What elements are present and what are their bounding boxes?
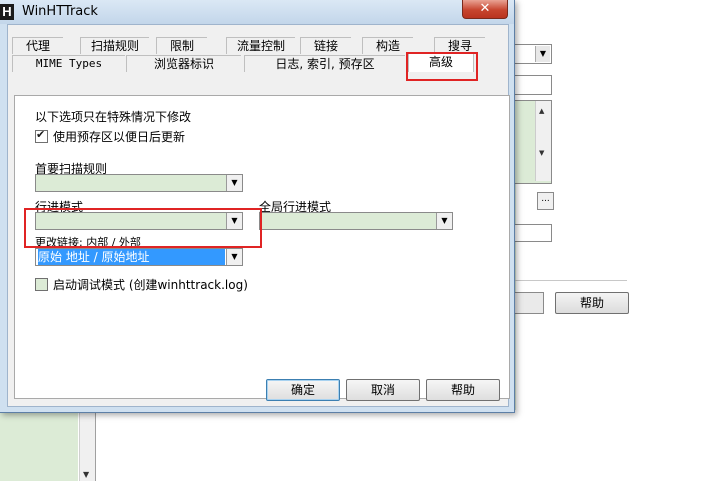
scroll-down-icon[interactable]: ▼ <box>83 470 89 479</box>
tab-browser-id[interactable]: 浏览器标识 <box>126 55 241 72</box>
scroll-up-icon[interactable]: ▲ <box>539 107 544 115</box>
tab-scan-rules[interactable]: 扫描规则 <box>80 37 149 54</box>
background-button[interactable] <box>512 292 544 314</box>
browse-button[interactable]: ... <box>537 192 554 210</box>
help-button[interactable]: 帮助 <box>426 379 500 401</box>
close-button[interactable]: ✕ <box>462 0 508 19</box>
debug-mode-label: 启动调试模式 (创建winhttrack.log) <box>53 278 248 292</box>
rewrite-links-select[interactable]: 原始 地址 / 原始地址 ▼ <box>35 248 243 266</box>
highlight-box-expert-tab <box>406 52 478 81</box>
tab-limits[interactable]: 限制 <box>156 37 207 54</box>
background-combo[interactable]: ▼ <box>512 44 552 64</box>
dropdown-arrow-icon[interactable]: ▼ <box>226 175 242 191</box>
dropdown-arrow-icon[interactable]: ▼ <box>436 213 452 229</box>
global-travel-mode-select[interactable]: ▼ <box>259 212 453 230</box>
primary-scan-rule-select[interactable]: ▼ <box>35 174 243 192</box>
background-text-field-2[interactable] <box>512 224 552 242</box>
intro-text: 以下选项只在特殊情况下修改 <box>35 110 192 124</box>
winhttrack-app-icon: H <box>0 4 14 20</box>
dropdown-arrow-icon[interactable]: ▼ <box>226 249 242 265</box>
window-title: WinHTTrack <box>22 4 98 19</box>
background-text-field[interactable] <box>512 75 552 95</box>
use-cache-checkbox[interactable] <box>35 128 48 143</box>
tab-flow-control[interactable]: 流量控制 <box>226 37 295 54</box>
ok-button[interactable]: 确定 <box>266 379 340 401</box>
tab-links[interactable]: 链接 <box>300 37 351 54</box>
background-help-button[interactable]: 帮助 <box>555 292 629 314</box>
tab-log-index-cache[interactable]: 日志, 索引, 预存区 <box>244 55 405 72</box>
highlight-box-rewrite-links <box>24 208 262 248</box>
debug-mode-checkbox[interactable] <box>35 278 48 291</box>
tab-mime-types[interactable]: MIME Types <box>12 55 125 72</box>
close-icon: ✕ <box>479 1 491 16</box>
background-divider <box>512 280 627 281</box>
cancel-button[interactable]: 取消 <box>346 379 420 401</box>
dropdown-arrow-icon: ▼ <box>535 46 550 62</box>
scroll-down-icon[interactable]: ▼ <box>539 149 544 157</box>
use-cache-label: 使用预存区以便日后更新 <box>53 130 186 144</box>
tab-proxy[interactable]: 代理 <box>12 37 63 54</box>
background-scrollbar[interactable]: ▲ ▼ <box>535 101 551 181</box>
